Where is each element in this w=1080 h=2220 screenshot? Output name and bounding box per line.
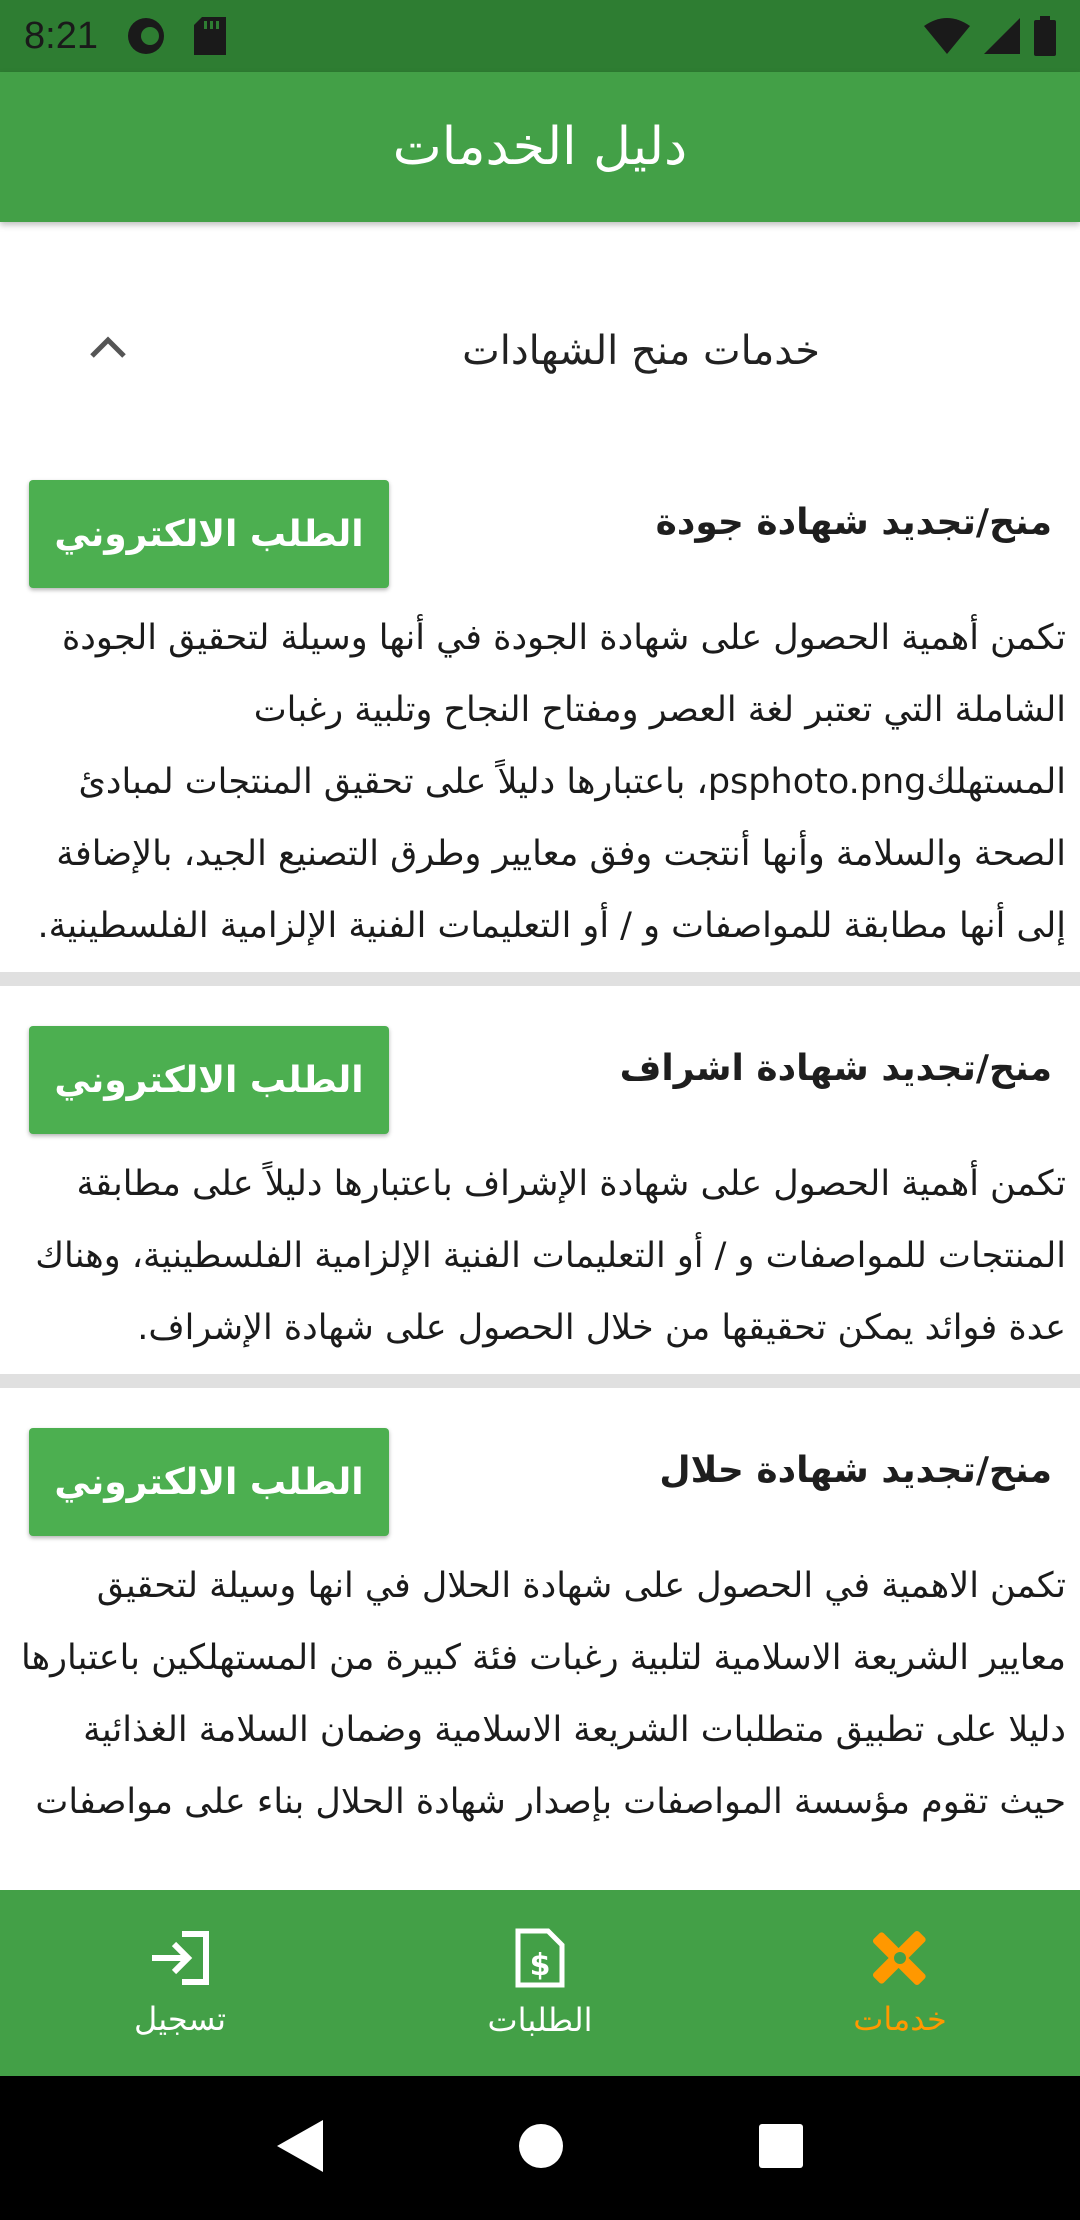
service-card-halal: منح/تجديد شهادة حلال الطلب الالكتروني تك…: [0, 1388, 1080, 1848]
card-head: منح/تجديد شهادة جودة الطلب الالكتروني: [14, 480, 1066, 590]
section-header-certificates[interactable]: خدمات منح الشهادات: [0, 222, 1080, 480]
status-time: 8:21: [24, 14, 98, 57]
home-icon[interactable]: [516, 2121, 566, 2175]
section-title: خدمات منح الشهادات: [462, 328, 820, 374]
login-icon: [148, 1928, 212, 1992]
app-bar: دليل الخدمات: [0, 72, 1080, 222]
electronic-request-button[interactable]: الطلب الالكتروني: [29, 480, 389, 588]
status-bar: 8:21: [0, 0, 1080, 72]
svg-text:$: $: [530, 1948, 551, 1983]
notification-icon: [126, 16, 166, 56]
divider: [0, 972, 1080, 986]
divider: [0, 1374, 1080, 1388]
page-title: دليل الخدمات: [392, 117, 688, 177]
service-card-supervision: منح/تجديد شهادة اشراف الطلب الالكتروني ت…: [0, 986, 1080, 1374]
status-right: [924, 16, 1056, 56]
electronic-request-button[interactable]: الطلب الالكتروني: [29, 1026, 389, 1134]
battery-icon: [1034, 16, 1056, 56]
nav-label: خدمات: [853, 2000, 947, 2038]
nav-label: الطلبات: [487, 2001, 593, 2039]
card-title: منح/تجديد شهادة جودة: [655, 502, 1052, 543]
services-list[interactable]: خدمات منح الشهادات منح/تجديد شهادة جودة …: [0, 222, 1080, 1890]
chevron-up-icon[interactable]: [88, 334, 128, 364]
card-head: منح/تجديد شهادة اشراف الطلب الالكتروني: [14, 1026, 1066, 1136]
card-title: منح/تجديد شهادة حلال: [659, 1450, 1052, 1491]
card-head: منح/تجديد شهادة حلال الطلب الالكتروني: [14, 1428, 1066, 1538]
card-title: منح/تجديد شهادة اشراف: [619, 1048, 1052, 1089]
card-description: تكمن الاهمية في الحصول على شهادة الحلال …: [20, 1566, 1066, 1822]
bottom-navigation: تسجيل $ الطلبات خدمات: [0, 1890, 1080, 2076]
card-description: تكمن أهمية الحصول على شهادة الجودة في أن…: [37, 618, 1066, 946]
nav-item-login[interactable]: تسجيل: [0, 1890, 360, 2076]
nav-label: تسجيل: [134, 2000, 226, 2038]
nav-item-services[interactable]: خدمات: [720, 1890, 1080, 2076]
sd-card-icon: [193, 17, 226, 55]
electronic-request-button[interactable]: الطلب الالكتروني: [29, 1428, 389, 1536]
card-description: تكمن أهمية الحصول على شهادة الإشراف باعت…: [35, 1164, 1066, 1348]
signal-icon: [984, 18, 1020, 54]
service-card-quality: منح/تجديد شهادة جودة الطلب الالكتروني تك…: [0, 480, 1080, 972]
recents-icon[interactable]: [757, 2122, 805, 2174]
status-left: 8:21: [24, 15, 226, 58]
wifi-icon: [924, 18, 970, 54]
system-navigation-bar: [0, 2076, 1080, 2220]
invoice-icon: $: [514, 1927, 566, 1993]
nav-item-requests[interactable]: $ الطلبات: [360, 1890, 720, 2076]
tools-icon: [870, 1928, 930, 1992]
back-icon[interactable]: [275, 2118, 325, 2178]
